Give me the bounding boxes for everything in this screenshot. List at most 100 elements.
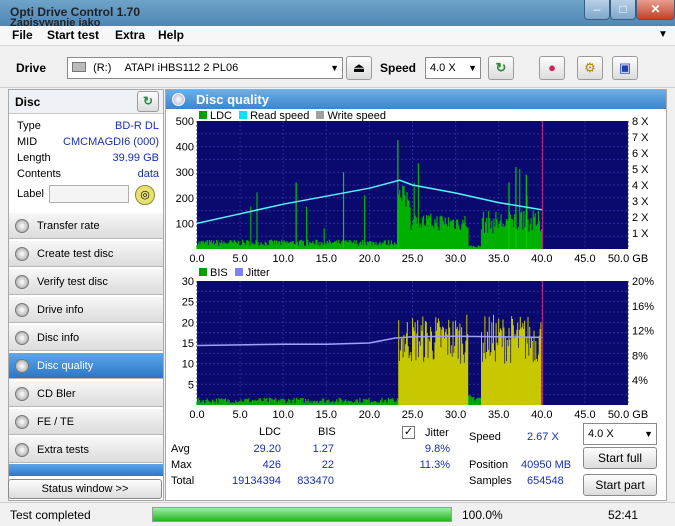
disc-contents-value: data (137, 168, 159, 180)
stat-total-label: Total (171, 475, 195, 487)
window-title: Opti Drive Control 1.70 Zapisywanie jako (10, 5, 140, 29)
chevron-down-icon: ▼ (330, 63, 339, 73)
chart1-y2tick: 3 X (632, 196, 649, 208)
speed-label: Speed (380, 61, 417, 75)
chart2-ytick: 10 (182, 359, 194, 371)
stat-total-ldc: 19134394 (232, 475, 281, 487)
disc-type-value: BD-R DL (114, 120, 159, 132)
menu-file[interactable]: File (12, 28, 33, 42)
drive-select[interactable]: (R:) ATAPI iHBS112 2 PL06 ▼ (67, 57, 343, 79)
nav-disc-quality[interactable]: Disc quality (9, 352, 163, 379)
disc-icon (15, 359, 29, 373)
stat-avg-label: Avg (171, 443, 190, 455)
chart1-y2tick: 8 X (632, 116, 649, 128)
disc-quality-charts: 100 200 300 400 500 1 X 2 X 3 X 4 X 5 X 6 X 7 X 8 X 0… (176, 116, 655, 421)
speed-select[interactable]: 4.0 X ▼ (425, 57, 481, 79)
main-panel: Disc quality LDC Read speed Write speed … (165, 89, 667, 501)
nav-transfer-rate[interactable]: Transfer rate (9, 212, 163, 239)
chart1-xtick: 50.0 GB (608, 253, 648, 265)
progress-fill (153, 508, 451, 521)
chart1-ytick: 400 (176, 142, 194, 154)
nav-footer-strip (9, 464, 163, 476)
title-bar: Opti Drive Control 1.70 Zapisywanie jako… (0, 0, 675, 29)
disc-icon[interactable]: ◎ (135, 185, 155, 205)
disc-icon (15, 275, 29, 289)
disc-mid-row: MID CMCMAGDI6 (000) (17, 136, 159, 152)
save-button[interactable]: ▣ (612, 56, 638, 80)
drive-icon (72, 62, 86, 72)
menu-overflow-icon[interactable]: ▼ (658, 29, 668, 40)
disc-mid-value: CMCMAGDI6 (000) (63, 136, 159, 148)
chart2-ytick: 15 (182, 338, 194, 350)
stat-avg-bis: 1.27 (312, 443, 334, 455)
position-value: 40950 MB (521, 459, 572, 471)
refresh-disc-button[interactable]: ↻ (137, 91, 159, 112)
chart1-y2tick: 2 X (632, 212, 649, 224)
eject-icon: ⏏ (352, 60, 366, 75)
menu-extra[interactable]: Extra (115, 28, 145, 42)
nav-label: Extra tests (37, 444, 89, 456)
disc-icon (15, 331, 29, 345)
disc-length-value: 39.99 GB (112, 152, 159, 164)
nav-verify-test-disc[interactable]: Verify test disc (9, 268, 163, 295)
chart1-ytick: 200 (176, 193, 194, 205)
disc-label-input[interactable] (49, 185, 129, 203)
start-part-button[interactable]: Start part (583, 474, 657, 496)
stat-col-jitter: Jitter (425, 427, 449, 439)
chart1-xtick: 10.0 (272, 253, 293, 265)
toolbar: Drive (R:) ATAPI iHBS112 2 PL06 ▼ ⏏ Spee… (0, 46, 675, 88)
chevron-down-icon: ▼ (644, 429, 653, 439)
samples-label: Samples (469, 475, 512, 487)
refresh-speed-button[interactable]: ↻ (488, 56, 514, 80)
chart2-ytick: 5 (188, 379, 194, 391)
chart2-xtick: 30.0 (445, 409, 466, 421)
nav-fe-te[interactable]: FE / TE (9, 408, 163, 435)
nav-label: Transfer rate (37, 220, 100, 232)
maximize-button[interactable]: □ (610, 0, 636, 20)
menu-start-test[interactable]: Start test (47, 28, 99, 42)
chart2-xtick: 5.0 (232, 409, 247, 421)
nav-extra-tests[interactable]: Extra tests (9, 436, 163, 463)
nav-drive-info[interactable]: Drive info (9, 296, 163, 323)
erase-button[interactable]: ● (539, 56, 565, 80)
nav-label: CD Bler (37, 388, 76, 400)
chart1-xtick: 40.0 (531, 253, 552, 265)
status-text: Test completed (10, 508, 91, 522)
chart2-xtick: 35.0 (488, 409, 509, 421)
chart1-xtick: 45.0 (574, 253, 595, 265)
test-speed-select[interactable]: 4.0 X ▼ (583, 423, 657, 445)
chart1-ytick: 500 (176, 116, 194, 128)
test-speed-value: 4.0 X (588, 428, 614, 440)
status-window-button[interactable]: Status window >> (8, 479, 162, 499)
chart2-xtick: 15.0 (316, 409, 337, 421)
disc-label-label: Label (17, 188, 44, 200)
disc-header: Disc ↻ (9, 90, 163, 114)
nav-create-test-disc[interactable]: Create test disc (9, 240, 163, 267)
chart2-ytick: 25 (182, 297, 194, 309)
chart2-xtick: 20.0 (359, 409, 380, 421)
chevron-down-icon: ▼ (468, 63, 477, 73)
chart2-xtick: 45.0 (574, 409, 595, 421)
settings-button[interactable]: ⚙ (577, 56, 603, 80)
close-button[interactable]: ✕ (636, 0, 675, 20)
chart1-y2tick: 4 X (632, 180, 649, 192)
eject-button[interactable]: ⏏ (346, 56, 372, 80)
menu-bar: File Start test Extra Help ▼ (0, 26, 675, 46)
disc-icon (15, 303, 29, 317)
jitter-checkbox[interactable]: ✓ (402, 426, 415, 439)
chart2-xtick: 10.0 (272, 409, 293, 421)
nav-label: FE / TE (37, 416, 75, 428)
drive-value: ATAPI iHBS112 2 PL06 (124, 62, 239, 74)
progress-percent: 100.0% (462, 508, 503, 522)
minimize-button[interactable]: – (584, 0, 610, 20)
start-full-button[interactable]: Start full (583, 447, 657, 469)
nav-cd-bler[interactable]: CD Bler (9, 380, 163, 407)
nav-disc-info[interactable]: Disc info (9, 324, 163, 351)
nav-label: Verify test disc (37, 276, 108, 288)
disc-type-label: Type (17, 120, 41, 132)
menu-help[interactable]: Help (158, 28, 184, 42)
chart2-xtick: 25.0 (402, 409, 423, 421)
disc-quality-icon (172, 93, 185, 106)
eraser-icon: ● (548, 60, 556, 75)
disc-length-label: Length (17, 152, 51, 164)
